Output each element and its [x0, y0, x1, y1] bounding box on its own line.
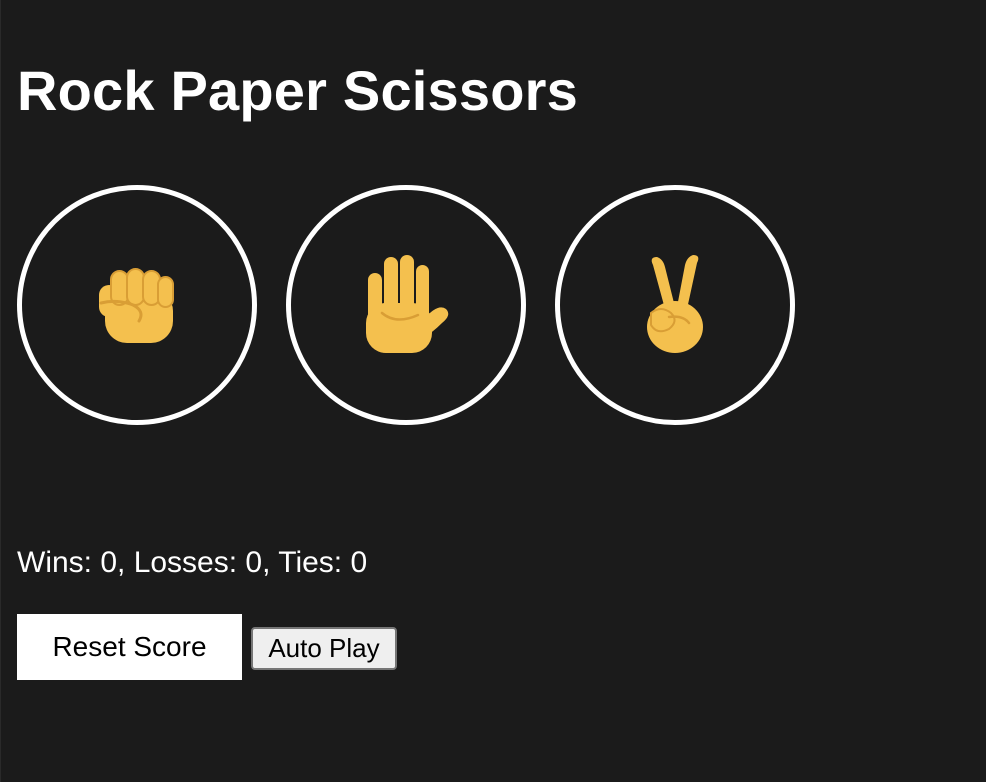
- victory-hand-icon: [647, 255, 703, 353]
- rock-move-button[interactable]: [17, 185, 257, 425]
- reset-score-button[interactable]: Reset Score: [17, 614, 242, 680]
- paper-move-button[interactable]: [286, 185, 526, 425]
- score-text: Wins: 0, Losses: 0, Ties: 0: [17, 546, 368, 579]
- page-title: Rock Paper Scissors: [17, 59, 578, 122]
- scissors-move-button[interactable]: [555, 185, 795, 425]
- raised-fist-icon: [99, 268, 174, 343]
- game-page: Rock Paper Scissors Wins: 0, Losses: 0, …: [0, 0, 986, 782]
- raised-hand-icon: [366, 255, 449, 353]
- auto-play-button[interactable]: Auto Play: [251, 627, 397, 670]
